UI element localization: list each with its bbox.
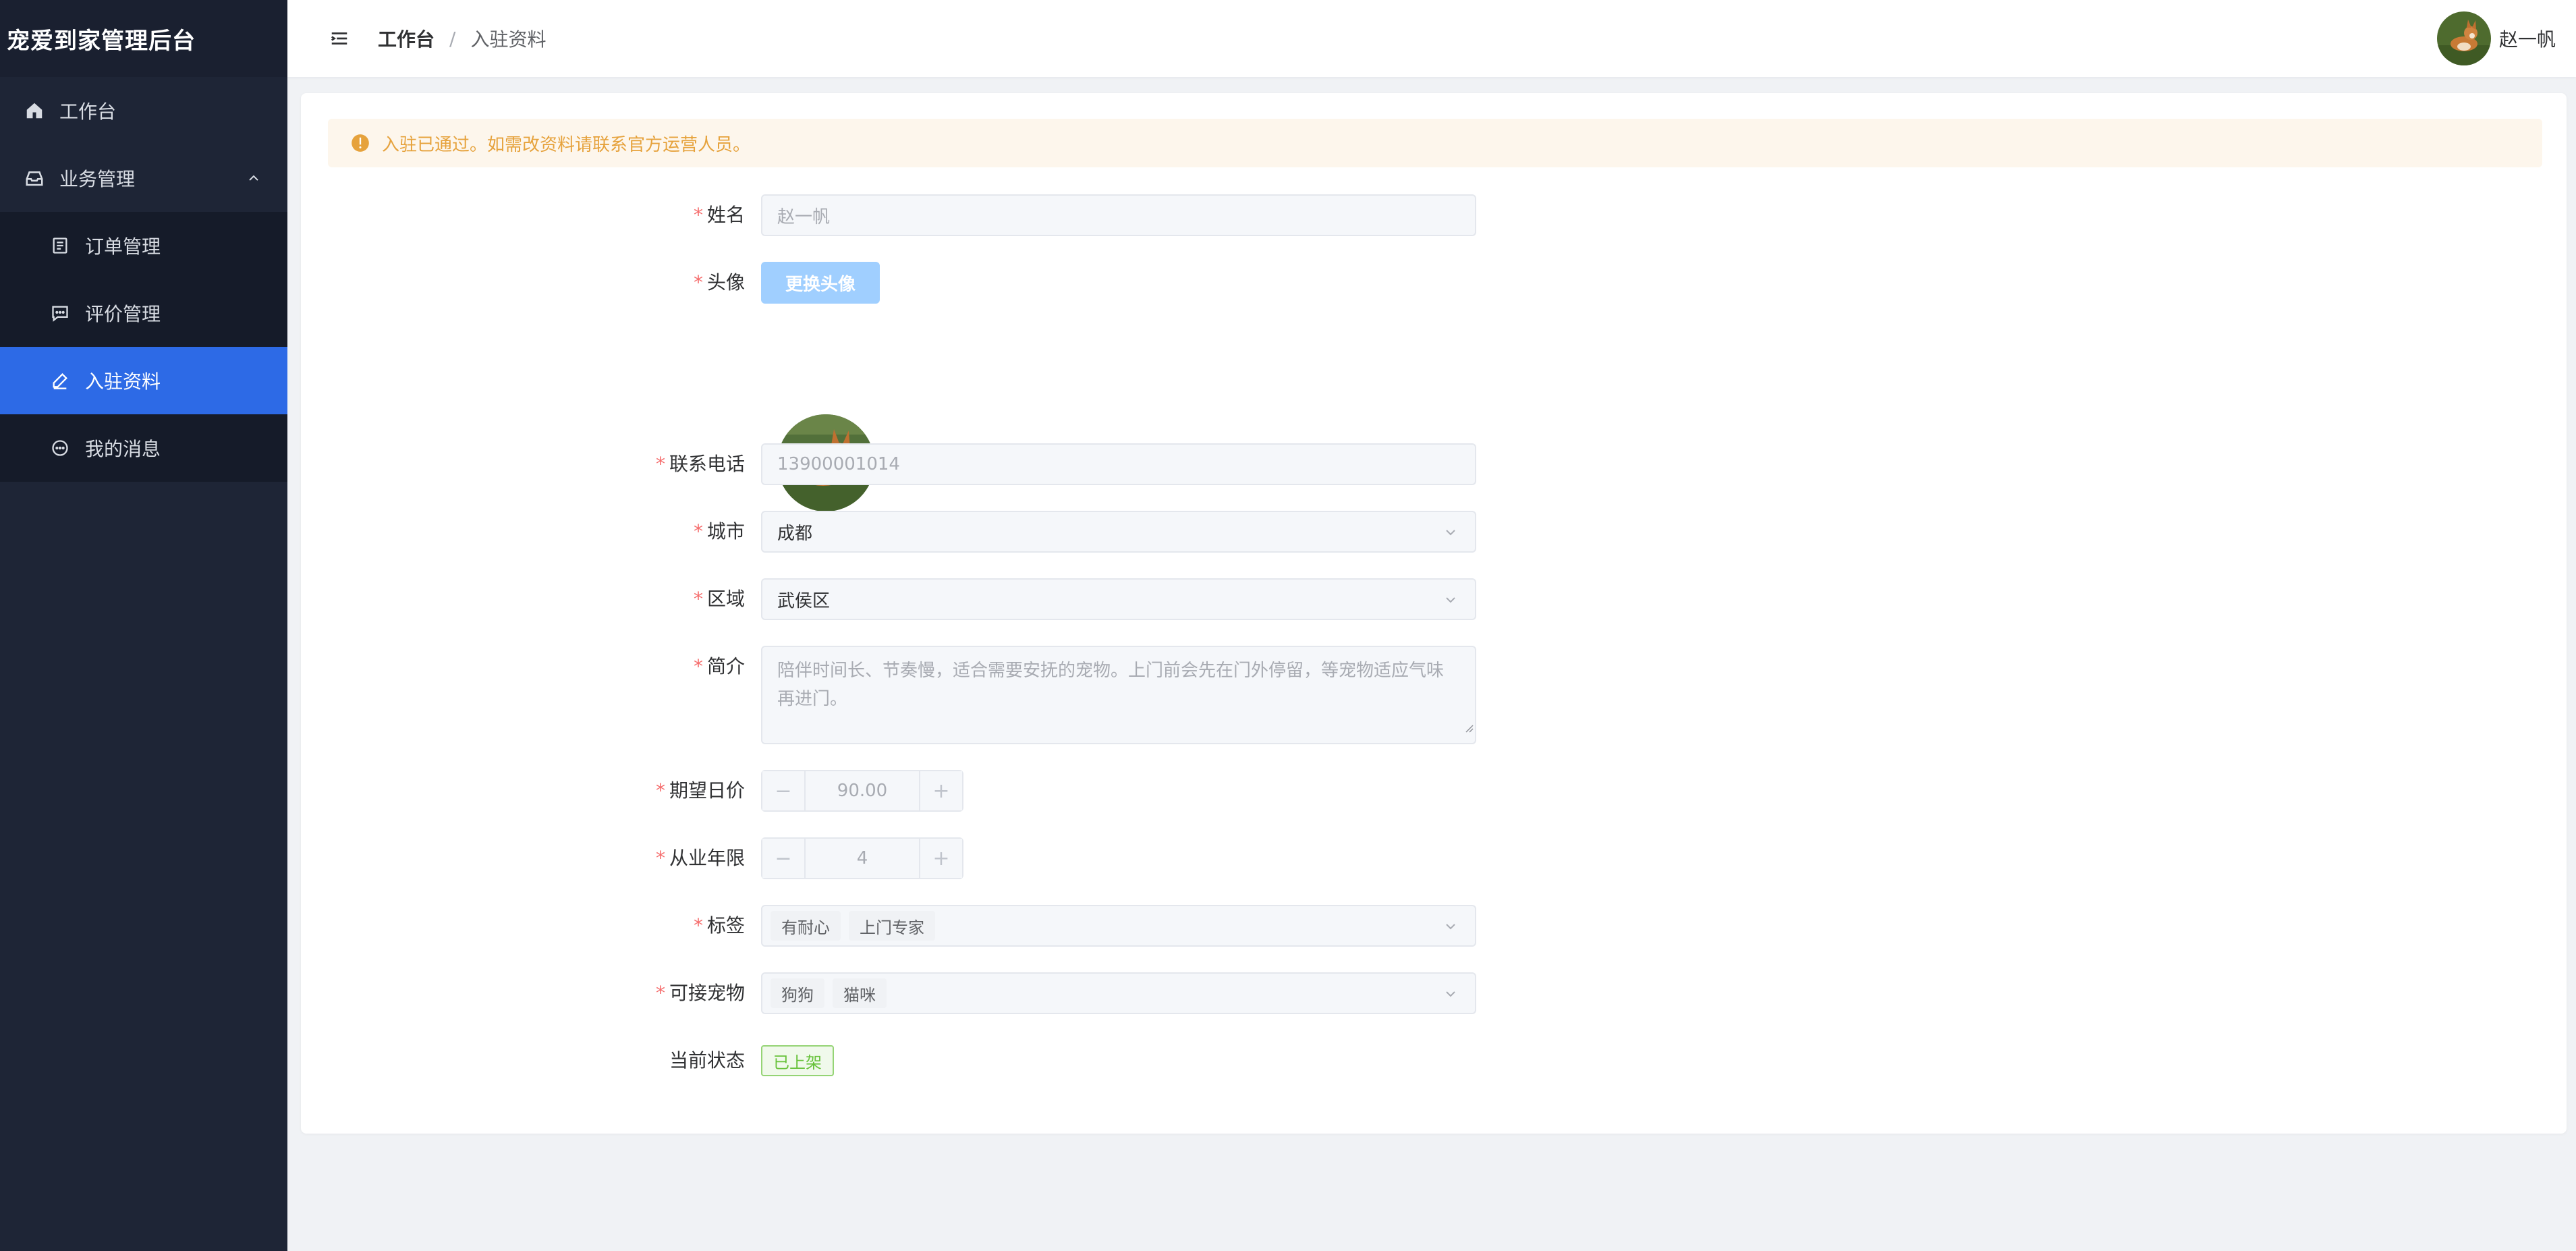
approval-alert: 入驻已通过。如需改资料请联系官方运营人员。 (328, 119, 2542, 167)
district-select[interactable]: 武侯区 (761, 578, 1476, 620)
avatar[interactable] (2436, 11, 2491, 65)
sidebar: 宠爱到家管理后台 工作台 业务管理 订单管理 评价管理 入驻资料 我的消息 (0, 0, 287, 1251)
tags-select[interactable]: 有耐心 上门专家 (761, 905, 1476, 947)
chevron-down-icon (1443, 592, 1459, 613)
user-name: 赵一帆 (2498, 28, 2556, 51)
user-menu[interactable]: 赵一帆 (2436, 11, 2556, 65)
sidebar-item-label: 入驻资料 (85, 370, 161, 393)
resize-handle-icon[interactable] (1464, 713, 1474, 742)
increment-button[interactable]: + (919, 839, 962, 878)
sidebar-item-business[interactable]: 业务管理 (0, 144, 287, 212)
field-label: 当前状态 (669, 1049, 745, 1072)
sidebar-item-dashboard[interactable]: 工作台 (0, 77, 287, 144)
sidebar-item-messages[interactable]: 我的消息 (0, 414, 287, 482)
tag-item: 狗狗 (771, 978, 824, 1008)
warning-icon (351, 134, 370, 152)
form-row-intro: * 简介 陪伴时间长、节奏慢，适合需要安抚的宠物。上门前会先在门外停留，等宠物适应… (301, 646, 1476, 744)
chevron-down-icon (1443, 524, 1459, 545)
form-row-status: 当前状态 已上架 (301, 1040, 834, 1082)
years-value[interactable]: 4 (806, 848, 919, 868)
field-label: * 标签 (693, 914, 745, 937)
menu-toggle-icon[interactable] (328, 27, 351, 50)
tag-item: 猫咪 (833, 978, 887, 1008)
pets-select[interactable]: 狗狗 猫咪 (761, 972, 1476, 1014)
field-label: * 简介 (693, 655, 745, 677)
city-select-value: 成都 (777, 523, 813, 544)
form-row-district: * 区域 武侯区 (301, 578, 1476, 620)
daily-price-stepper: − 90.00 + (761, 770, 963, 812)
intro-textarea[interactable]: 陪伴时间长、节奏慢，适合需要安抚的宠物。上门前会先在门外停留，等宠物适应气味再进… (761, 646, 1476, 744)
field-label: * 可接宠物 (655, 982, 745, 1004)
breadcrumb-separator: / (449, 27, 456, 50)
daily-price-value[interactable]: 90.00 (806, 781, 919, 801)
chevron-down-icon (1443, 918, 1459, 939)
form-row-avatar: * 头像 更换头像 (301, 262, 880, 304)
form-row-name: * 姓名 赵一帆 (301, 194, 1476, 236)
tag-item: 上门专家 (849, 911, 935, 941)
form-row-years: * 从业年限 − 4 + (301, 837, 963, 879)
comment-icon (49, 302, 72, 325)
form-row-city: * 城市 成都 (301, 511, 1476, 553)
field-label: * 联系电话 (655, 453, 745, 475)
chat-icon (49, 437, 72, 460)
chevron-up-icon (246, 169, 262, 191)
breadcrumb-current: 入驻资料 (470, 28, 547, 51)
profile-card: 入驻已通过。如需改资料请联系官方运营人员。 * 姓名 赵一帆 * 头像 更换头像 *… (301, 93, 2567, 1134)
breadcrumb: 工作台 / 入驻资料 (378, 25, 546, 52)
status-badge: 已上架 (761, 1045, 834, 1076)
increment-button[interactable]: + (919, 771, 962, 810)
intro-text: 陪伴时间长、节奏慢，适合需要安抚的宠物。上门前会先在门外停留，等宠物适应气味再进… (777, 661, 1445, 709)
top-header: 工作台 / 入驻资料 赵一帆 (287, 0, 2576, 77)
change-avatar-button[interactable]: 更换头像 (761, 262, 880, 304)
sidebar-item-label: 我的消息 (85, 438, 161, 460)
breadcrumb-home[interactable]: 工作台 (378, 25, 435, 52)
tag-item: 有耐心 (771, 911, 841, 941)
sidebar-item-orders[interactable]: 订单管理 (0, 212, 287, 279)
form-row-tags: * 标签 有耐心 上门专家 (301, 905, 1476, 947)
form-row-pets: * 可接宠物 狗狗 猫咪 (301, 972, 1476, 1014)
sidebar-item-label: 工作台 (59, 101, 117, 123)
phone-input[interactable]: 13900001014 (761, 443, 1476, 485)
alert-text: 入驻已通过。如需改资料请联系官方运营人员。 (382, 134, 751, 155)
chevron-down-icon (1443, 986, 1459, 1007)
field-label: * 姓名 (693, 204, 745, 226)
sidebar-item-reviews[interactable]: 评价管理 (0, 279, 287, 347)
field-label: * 头像 (693, 271, 745, 294)
home-icon (23, 99, 46, 122)
edit-icon (49, 369, 72, 392)
field-label: * 区域 (693, 588, 745, 610)
sidebar-item-label: 评价管理 (85, 303, 161, 325)
years-stepper: − 4 + (761, 837, 963, 879)
form-row-daily-price: * 期望日价 − 90.00 + (301, 770, 963, 812)
box-icon (23, 167, 46, 190)
decrement-button[interactable]: − (762, 839, 806, 878)
document-icon (49, 234, 72, 257)
field-label: * 从业年限 (655, 847, 745, 869)
field-label: * 期望日价 (655, 779, 745, 802)
field-label: * 城市 (693, 520, 745, 543)
district-select-value: 武侯区 (777, 590, 831, 611)
name-input[interactable]: 赵一帆 (761, 194, 1476, 236)
sidebar-item-label: 订单管理 (85, 235, 161, 258)
form-row-phone: * 联系电话 13900001014 (301, 443, 1476, 485)
sidebar-item-profile[interactable]: 入驻资料 (0, 347, 287, 414)
city-select[interactable]: 成都 (761, 511, 1476, 553)
sidebar-item-label: 业务管理 (59, 168, 136, 190)
app-title: 宠爱到家管理后台 (0, 0, 287, 77)
decrement-button[interactable]: − (762, 771, 806, 810)
